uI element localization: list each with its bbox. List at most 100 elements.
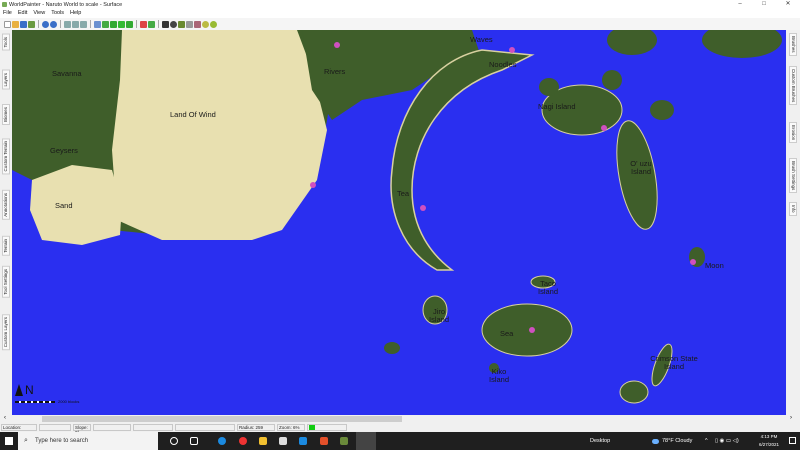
mail-icon[interactable] xyxy=(299,437,307,445)
sea-island xyxy=(481,303,573,357)
map-canvas[interactable]: Savanna Land Of Wind Geysers Sand Rivers… xyxy=(12,30,786,415)
worldpainter-taskbar-icon[interactable] xyxy=(356,432,376,450)
tab-info[interactable]: Info xyxy=(789,202,797,216)
camera-icon[interactable] xyxy=(186,20,193,28)
menu-bar: File Edit View Tools Help xyxy=(0,9,800,18)
windows-start-icon[interactable] xyxy=(5,437,13,445)
rotate-icon[interactable] xyxy=(110,20,117,28)
scroll-right-icon[interactable]: › xyxy=(790,415,792,421)
view-3d-icon[interactable] xyxy=(178,20,185,28)
scale-bar xyxy=(15,401,55,403)
map-label: Kiko Island xyxy=(488,367,509,384)
grid-icon[interactable] xyxy=(94,20,101,28)
tab-terrain[interactable]: Terrain xyxy=(2,236,10,256)
map-label: Moon xyxy=(705,261,724,270)
zoom-reset-icon[interactable] xyxy=(80,20,87,28)
map-label: Crimson State Island xyxy=(650,354,698,371)
edge-icon[interactable] xyxy=(218,437,226,445)
small-island xyxy=(602,70,622,90)
export-icon[interactable] xyxy=(28,20,35,28)
tab-tools[interactable]: Tools xyxy=(2,34,10,51)
map-label: Tea xyxy=(397,189,410,198)
tray-chevron-icon[interactable]: ^ xyxy=(705,432,708,450)
task-view-icon[interactable] xyxy=(190,437,198,445)
office-icon[interactable] xyxy=(320,437,328,445)
tab-layers[interactable]: Layers xyxy=(2,70,10,90)
tab-brushes[interactable]: Brushes xyxy=(789,33,797,56)
divider xyxy=(90,20,91,28)
compass-label: N xyxy=(25,383,34,397)
clock[interactable]: 4:13 PM 6/27/2021 xyxy=(754,433,784,449)
map-label: O' uzu Island xyxy=(630,159,652,176)
menu-help[interactable]: Help xyxy=(67,9,84,18)
window-title: WorldPainter - Naruto World to scale - S… xyxy=(9,1,123,8)
divider xyxy=(60,20,61,28)
location-field: Location: xyxy=(1,424,37,431)
toolbar xyxy=(0,18,800,30)
move-icon[interactable] xyxy=(118,20,125,28)
cortana-icon[interactable] xyxy=(170,437,178,445)
target-icon[interactable] xyxy=(170,20,177,28)
scroll-left-icon[interactable]: ‹ xyxy=(4,415,6,421)
close-button[interactable]: ✕ xyxy=(776,0,800,9)
marker xyxy=(334,42,340,48)
light-icon[interactable] xyxy=(202,20,209,28)
redo-icon[interactable] xyxy=(50,20,57,28)
save-icon[interactable] xyxy=(20,20,27,28)
tab-custom-terrain[interactable]: Custom Terrain xyxy=(2,138,10,175)
open-icon[interactable] xyxy=(12,20,19,28)
menu-tools[interactable]: Tools xyxy=(48,9,67,18)
minimize-button[interactable]: – xyxy=(728,0,752,9)
notifications-icon[interactable] xyxy=(789,437,796,444)
horizontal-scrollbar[interactable]: ‹ › xyxy=(0,415,800,423)
taskbar: ⌕ Type here to search Desktop 78°F Cloud… xyxy=(0,432,800,450)
undo-icon[interactable] xyxy=(42,20,49,28)
map-label: Nagi Island xyxy=(538,102,576,111)
map-label: Sea xyxy=(500,329,514,338)
menu-file[interactable]: File xyxy=(0,9,15,18)
maximize-button[interactable]: □ xyxy=(752,0,776,9)
scale-label: 2000 blocks xyxy=(58,399,80,404)
store-icon[interactable] xyxy=(279,437,287,445)
tab-custom-layers[interactable]: Custom Layers xyxy=(2,314,10,351)
taskbar-search[interactable]: ⌕ Type here to search xyxy=(18,432,158,450)
map-label: Land Of Wind xyxy=(170,110,216,119)
contours-icon[interactable] xyxy=(102,20,109,28)
title-bar: WorldPainter - Naruto World to scale - S… xyxy=(0,0,800,9)
desktop-toolbar[interactable]: Desktop xyxy=(590,432,610,450)
right-panel-tabs: Brushes Custom Brushes Erosion Brush Set… xyxy=(786,30,800,415)
small-island xyxy=(619,380,649,404)
home-icon[interactable] xyxy=(126,20,133,28)
crosshair-icon[interactable] xyxy=(162,20,169,28)
player-icon[interactable] xyxy=(194,20,201,28)
scroll-thumb[interactable] xyxy=(42,416,402,422)
menu-edit[interactable]: Edit xyxy=(15,9,30,18)
tab-annotations[interactable]: Annotations xyxy=(2,190,10,220)
tab-biomes[interactable]: Biomes xyxy=(2,104,10,126)
divider xyxy=(38,20,39,28)
status-field xyxy=(93,424,131,431)
marker xyxy=(601,125,607,131)
tab-brush-settings[interactable]: Brush Settings xyxy=(789,158,797,194)
status-field xyxy=(175,424,235,431)
zoom-in-icon[interactable] xyxy=(64,20,71,28)
tab-erosion[interactable]: Erosion xyxy=(789,122,797,144)
dimensions-icon[interactable] xyxy=(148,20,155,28)
tray-icons[interactable]: ▯ ◉ ▭ ◁) xyxy=(715,432,739,450)
spawn-icon[interactable] xyxy=(140,20,147,28)
small-island xyxy=(607,30,657,55)
progress-field xyxy=(307,424,347,431)
biome-icon[interactable] xyxy=(210,20,217,28)
small-island xyxy=(650,100,674,120)
minecraft-icon[interactable] xyxy=(340,437,348,445)
new-world-icon[interactable] xyxy=(4,20,11,28)
small-island xyxy=(384,342,400,354)
weather-text[interactable]: 78°F Cloudy xyxy=(662,432,692,450)
status-field xyxy=(133,424,173,431)
chrome-icon[interactable] xyxy=(239,437,247,445)
menu-view[interactable]: View xyxy=(30,9,48,18)
file-explorer-icon[interactable] xyxy=(259,437,267,445)
tab-custom-brushes[interactable]: Custom Brushes xyxy=(789,66,797,106)
tab-tool-settings[interactable]: Tool Settings xyxy=(2,266,10,298)
zoom-out-icon[interactable] xyxy=(72,20,79,28)
